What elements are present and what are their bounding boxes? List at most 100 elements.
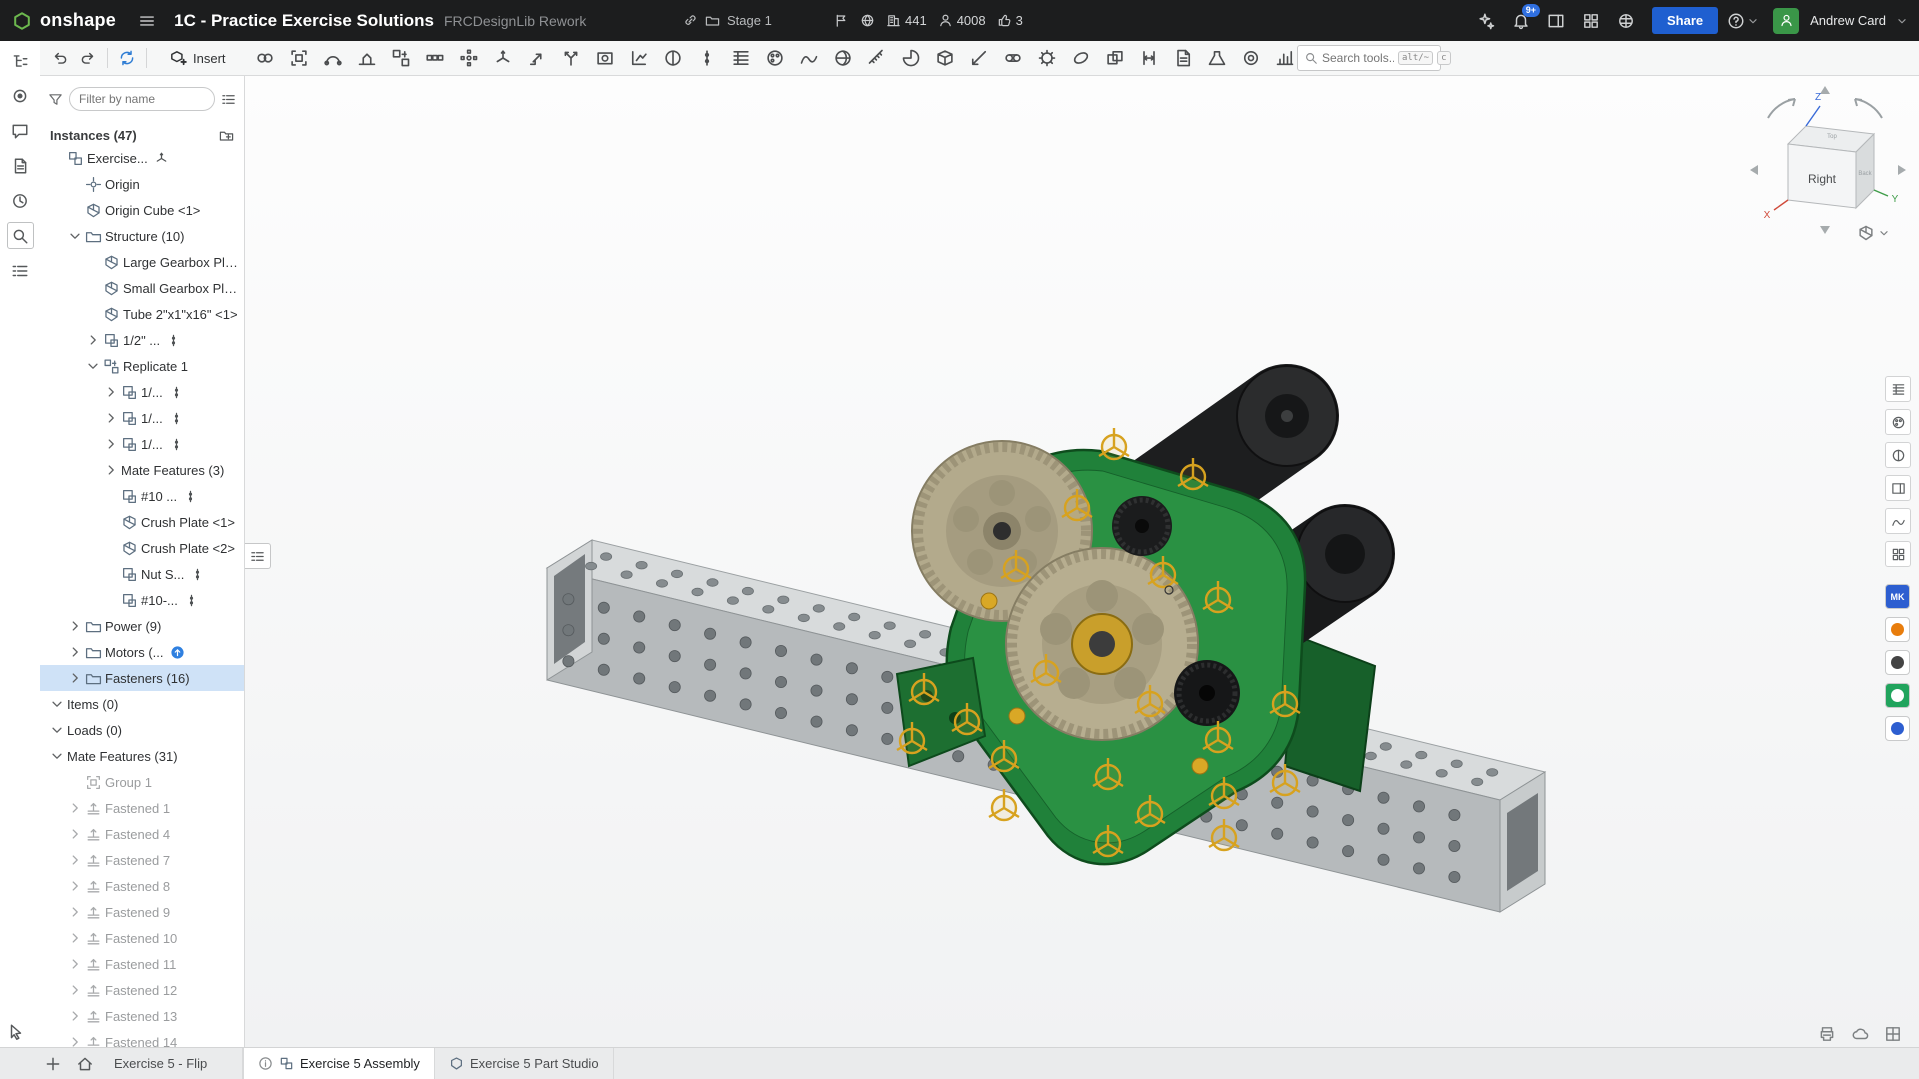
report-button[interactable] bbox=[7, 257, 34, 284]
share-button[interactable]: Share bbox=[1652, 7, 1718, 34]
chevron-down-icon[interactable] bbox=[68, 229, 82, 243]
tree-row[interactable]: Structure (10) bbox=[40, 223, 244, 249]
stat-globe[interactable] bbox=[860, 13, 875, 28]
search-button[interactable] bbox=[7, 222, 34, 249]
chevron-right-icon[interactable] bbox=[104, 385, 118, 399]
structure-tree-button[interactable] bbox=[7, 47, 34, 74]
stat-flag[interactable] bbox=[834, 13, 849, 28]
replicate-tool-button[interactable] bbox=[387, 45, 415, 72]
tree-row[interactable]: #10-... bbox=[40, 587, 244, 613]
tree-row[interactable]: 1/... bbox=[40, 405, 244, 431]
tree-row[interactable]: Fastened 11 bbox=[40, 951, 244, 977]
mass-properties-tool-button[interactable] bbox=[897, 45, 925, 72]
tree-row[interactable]: Fasteners (16) bbox=[40, 665, 244, 691]
tree-row[interactable]: 1/... bbox=[40, 431, 244, 457]
help-button[interactable] bbox=[1727, 12, 1760, 30]
appearance-panel-button[interactable] bbox=[1885, 409, 1911, 435]
tree-row[interactable]: Origin bbox=[40, 171, 244, 197]
frame-tool-button[interactable] bbox=[931, 45, 959, 72]
tree-row[interactable]: Mate Features (3) bbox=[40, 457, 244, 483]
chevron-right-icon[interactable] bbox=[68, 1035, 82, 1047]
weldment-tool-button[interactable] bbox=[965, 45, 993, 72]
chevron-right-icon[interactable] bbox=[68, 931, 82, 945]
mate-connector-icon[interactable] bbox=[154, 151, 169, 166]
chevron-right-icon[interactable] bbox=[68, 957, 82, 971]
chevron-down-icon[interactable] bbox=[50, 697, 64, 711]
notes-button[interactable] bbox=[7, 152, 34, 179]
apps-grid-button[interactable] bbox=[1578, 8, 1604, 34]
chevron-down-icon[interactable] bbox=[50, 749, 64, 763]
tab-exercise-5-assembly[interactable]: Exercise 5 Assembly bbox=[243, 1048, 435, 1079]
cloud-button[interactable] bbox=[1850, 1024, 1870, 1044]
config-icon[interactable] bbox=[169, 385, 184, 400]
display-panel-button[interactable] bbox=[1885, 442, 1911, 468]
config-icon[interactable] bbox=[166, 333, 181, 348]
insert-button[interactable]: Insert bbox=[160, 46, 235, 70]
chevron-right-icon[interactable] bbox=[68, 983, 82, 997]
named-positions-tool-button[interactable] bbox=[625, 45, 653, 72]
rotate-down-arrow[interactable] bbox=[1820, 226, 1830, 234]
stat-thumbs-up[interactable]: 3 bbox=[997, 13, 1023, 28]
chevron-right-icon[interactable] bbox=[104, 411, 118, 425]
panels-button[interactable] bbox=[1543, 8, 1569, 34]
tree-row[interactable]: Group 1 bbox=[40, 769, 244, 795]
view-cube[interactable]: Right Top Back Z X Y bbox=[1740, 82, 1910, 240]
config-icon[interactable] bbox=[183, 489, 198, 504]
main-menu-button[interactable] bbox=[134, 8, 160, 34]
document-location[interactable]: Stage 1 bbox=[683, 13, 772, 28]
filter-funnel-icon[interactable] bbox=[48, 92, 63, 107]
cursor-icon[interactable] bbox=[7, 1023, 25, 1041]
print-button[interactable] bbox=[1817, 1024, 1837, 1044]
structure-panel-toggle[interactable] bbox=[245, 543, 271, 569]
tree-row[interactable]: Exercise... bbox=[40, 145, 244, 171]
cam-tool-button[interactable] bbox=[1067, 45, 1095, 72]
history-button[interactable] bbox=[7, 187, 34, 214]
home-button[interactable] bbox=[72, 1051, 98, 1077]
chevron-right-icon[interactable] bbox=[68, 801, 82, 815]
chevron-down-icon[interactable] bbox=[86, 359, 100, 373]
belt-tool-button[interactable] bbox=[999, 45, 1027, 72]
views-panel-button[interactable] bbox=[1885, 475, 1911, 501]
linear-pattern-tool-button[interactable] bbox=[421, 45, 449, 72]
sheet-metal-tool-button[interactable] bbox=[1203, 45, 1231, 72]
group-tool-button[interactable] bbox=[285, 45, 313, 72]
tree-row[interactable]: Loads (0) bbox=[40, 717, 244, 743]
tree-row[interactable]: Fastened 10 bbox=[40, 925, 244, 951]
sparkle-button[interactable] bbox=[1473, 8, 1499, 34]
add-folder-button[interactable] bbox=[216, 125, 236, 145]
list-view-icon[interactable] bbox=[221, 92, 236, 107]
tree-row[interactable]: Replicate 1 bbox=[40, 353, 244, 379]
scene-button[interactable] bbox=[1883, 1024, 1903, 1044]
tree-row[interactable]: Fastened 12 bbox=[40, 977, 244, 1003]
material-tool-button[interactable] bbox=[795, 45, 823, 72]
mate-tool-button[interactable] bbox=[251, 45, 279, 72]
tree-row[interactable]: Motors (... bbox=[40, 639, 244, 665]
comments-button[interactable] bbox=[7, 117, 34, 144]
tree-row[interactable]: Fastened 14 bbox=[40, 1029, 244, 1047]
tree-row[interactable]: Fastened 1 bbox=[40, 795, 244, 821]
sync-button[interactable] bbox=[113, 45, 141, 72]
tree-row[interactable]: 1/... bbox=[40, 379, 244, 405]
tree-row[interactable]: Crush Plate <1> bbox=[40, 509, 244, 535]
display-states-tool-button[interactable] bbox=[659, 45, 687, 72]
mkcad-app-button[interactable]: MK bbox=[1885, 584, 1910, 609]
tree-row[interactable]: Fastened 4 bbox=[40, 821, 244, 847]
config-icon[interactable] bbox=[190, 567, 205, 582]
blender-app-button[interactable] bbox=[1885, 617, 1910, 642]
chevron-right-icon[interactable] bbox=[68, 645, 82, 659]
stat-person[interactable]: 4008 bbox=[938, 13, 986, 28]
drawing-tool-button[interactable] bbox=[1169, 45, 1197, 72]
chevron-down-icon[interactable] bbox=[50, 723, 64, 737]
bell-button[interactable]: 9+ bbox=[1508, 8, 1534, 34]
tree-row[interactable]: Tube 2"x1"x16" <1> bbox=[40, 301, 244, 327]
hole-tool-button[interactable] bbox=[1237, 45, 1265, 72]
tree-row[interactable]: #10 ... bbox=[40, 483, 244, 509]
tab-exercise-5-flip[interactable]: Exercise 5 - Flip bbox=[106, 1048, 243, 1079]
analysis-tool-button[interactable] bbox=[1271, 45, 1299, 72]
bom-panel-button[interactable] bbox=[1885, 376, 1911, 402]
chevron-right-icon[interactable] bbox=[68, 853, 82, 867]
tab-exercise-5-part-studio[interactable]: Exercise 5 Part Studio bbox=[435, 1048, 614, 1079]
tree-row[interactable]: 1/2" ... bbox=[40, 327, 244, 353]
configurations-tool-button[interactable] bbox=[693, 45, 721, 72]
search-tools-box[interactable]: alt/~ c bbox=[1297, 45, 1441, 71]
